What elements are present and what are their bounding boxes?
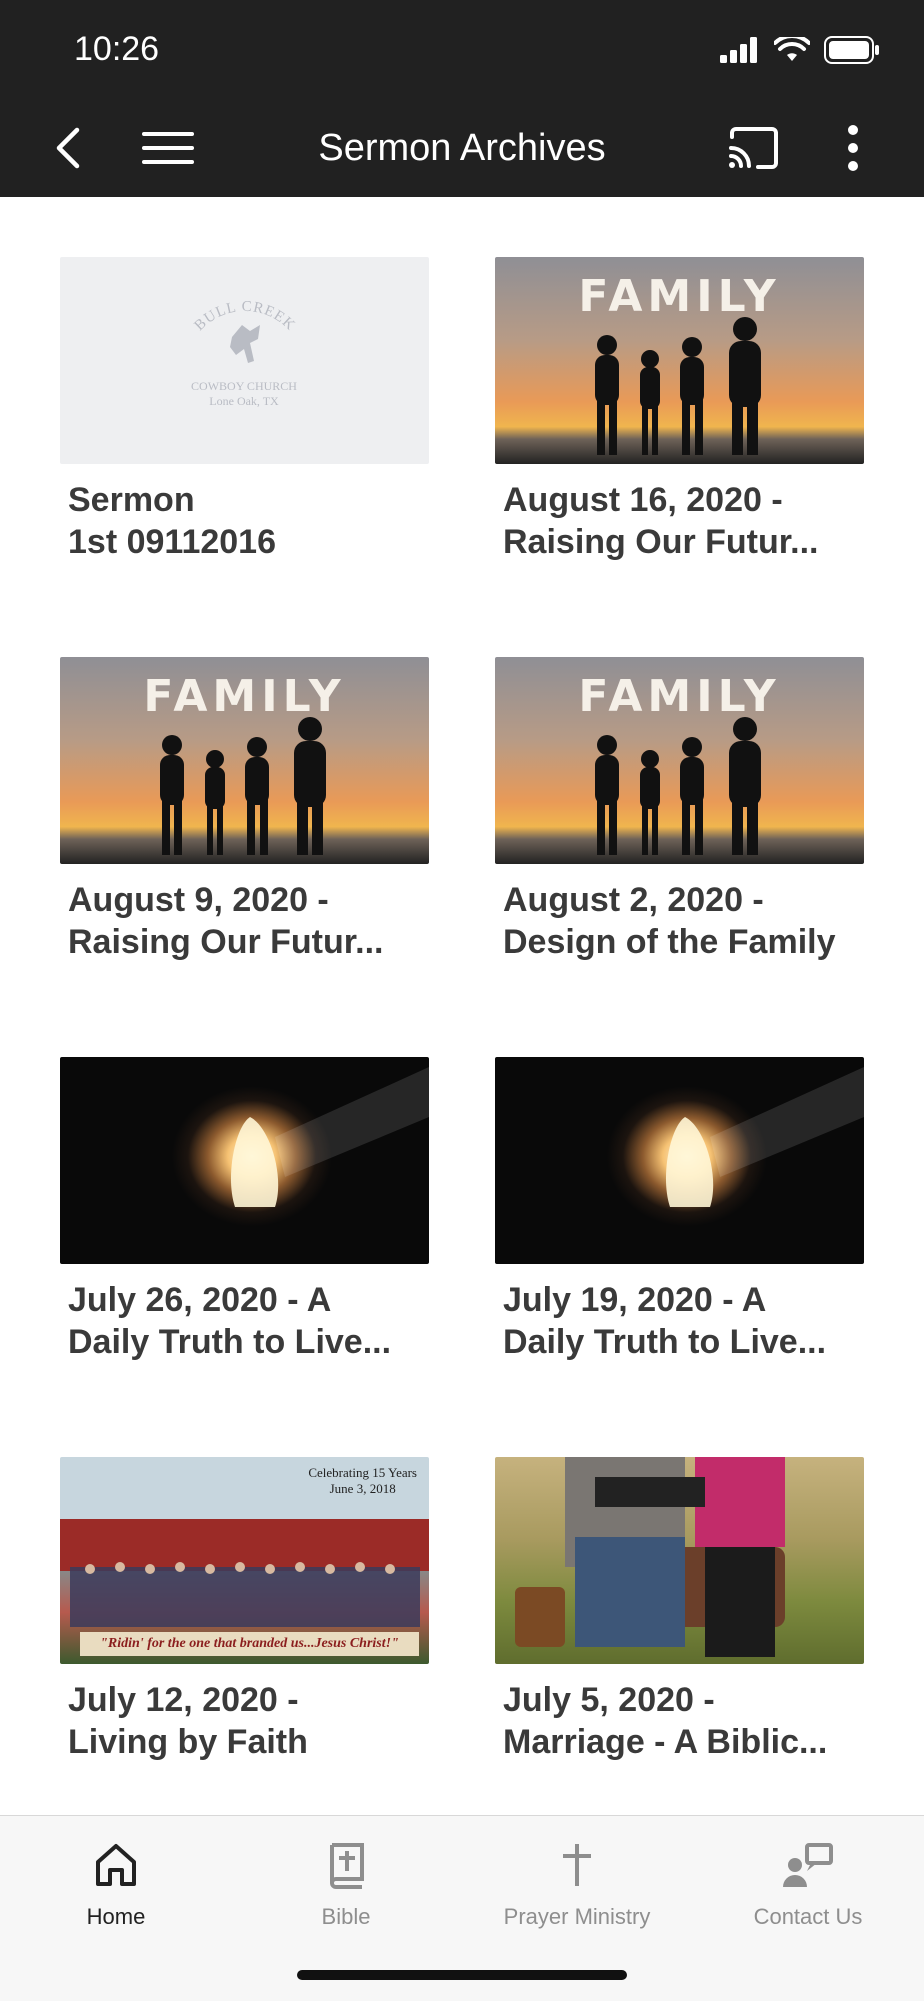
battery-icon [824, 36, 879, 64]
empty-tomb-image [230, 1067, 429, 1207]
sermon-thumbnail [60, 1057, 429, 1264]
contact-icon [783, 1843, 833, 1887]
sermon-title: July 19, 2020 - A Daily Truth to Live... [503, 1281, 827, 1361]
status-icons [720, 34, 880, 66]
nav-item-contact-us[interactable]: Contact Us [693, 1836, 923, 1946]
sermon-thumbnail: FAMILY [60, 657, 429, 864]
sermon-card[interactable]: July 5, 2020 - Marriage - A Biblic... [495, 1457, 864, 1797]
sermon-card[interactable]: July 19, 2020 - A Daily Truth to Live... [495, 1057, 864, 1397]
nav-label: Bible [321, 1904, 371, 1929]
chevron-left-icon [56, 127, 80, 169]
sermon-thumbnail: FAMILY [495, 257, 864, 464]
status-time: 10:26 [74, 30, 160, 68]
family-silhouette [160, 717, 326, 855]
cross-icon [563, 1844, 591, 1886]
sermon-title: August 9, 2020 - Raising Our Futur... [68, 881, 384, 961]
nav-item-home[interactable]: Home [1, 1836, 231, 1946]
back-button[interactable] [44, 124, 92, 172]
sermon-title: July 26, 2020 - A Daily Truth to Live... [68, 1281, 392, 1361]
sermon-card[interactable]: Celebrating 15 Years June 3, 2018 "Ridin… [60, 1457, 429, 1797]
sermon-thumbnail: Celebrating 15 Years June 3, 2018 "Ridin… [60, 1457, 429, 1664]
empty-tomb-image [665, 1067, 864, 1207]
sermon-title: August 16, 2020 - Raising Our Futur... [503, 481, 819, 561]
sermon-thumbnail: FAMILY [495, 657, 864, 864]
thumbnail-banner: "Ridin' for the one that branded us...Je… [80, 1632, 419, 1656]
hamburger-menu-icon [142, 132, 194, 164]
sermon-card[interactable]: FAMILY August 2, 2020 - Design of the Fam… [495, 657, 864, 997]
cast-icon [729, 127, 778, 169]
nav-item-prayer-ministry[interactable]: Prayer Ministry [462, 1836, 692, 1946]
signal-icon [720, 37, 757, 63]
bull-creek-logo: BULL CREEK COWBOY CHURCH Lone Oak, TX [191, 299, 297, 408]
sermon-card[interactable]: July 26, 2020 - A Daily Truth to Live... [60, 1057, 429, 1397]
cast-button[interactable] [722, 120, 786, 176]
nav-item-bible[interactable]: Bible [231, 1836, 461, 1946]
sermon-card[interactable]: BULL CREEK COWBOY CHURCH Lone Oak, TX Se… [60, 257, 429, 597]
sermon-card[interactable]: FAMILY August 9, 2020 - Raising Our Futur… [60, 657, 429, 997]
more-vertical-icon [848, 125, 858, 171]
nav-label: Prayer Ministry [503, 1904, 651, 1929]
more-options-button[interactable] [828, 120, 878, 176]
couple-reading-image [515, 1457, 785, 1657]
wifi-icon [774, 37, 810, 61]
sermon-thumbnail [495, 1057, 864, 1264]
sermon-thumbnail [495, 1457, 864, 1664]
bible-icon [330, 1843, 364, 1889]
sermon-title: Sermon 1st 09112016 [68, 481, 276, 561]
sermon-title: July 5, 2020 - Marriage - A Biblic... [503, 1681, 828, 1761]
sermon-card[interactable]: FAMILY August 16, 2020 - Raising Our Futu… [495, 257, 864, 597]
home-indicator[interactable] [297, 1970, 627, 1980]
nav-label: Home [86, 1904, 146, 1929]
app-bar: Sermon Archives [0, 100, 924, 197]
svg-text:Lone Oak, TX: Lone Oak, TX [209, 394, 279, 408]
family-silhouette [595, 717, 761, 855]
nav-label: Contact Us [753, 1904, 863, 1929]
sermon-thumbnail: BULL CREEK COWBOY CHURCH Lone Oak, TX [60, 257, 429, 464]
status-bar: 10:26 [0, 0, 924, 100]
menu-button[interactable] [136, 124, 200, 172]
sermon-title: August 2, 2020 - Design of the Family [503, 881, 836, 961]
svg-text:COWBOY CHURCH: COWBOY CHURCH [191, 379, 297, 393]
family-silhouette [595, 317, 761, 455]
sermon-title: July 12, 2020 - Living by Faith [68, 1681, 308, 1761]
home-icon [96, 1844, 136, 1886]
